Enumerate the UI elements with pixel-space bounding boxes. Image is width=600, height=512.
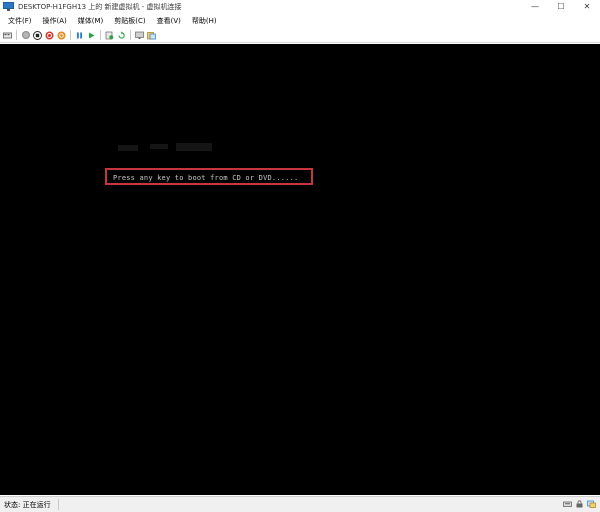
start-icon [21,31,30,39]
shut-down-button[interactable] [45,31,54,40]
save-button[interactable] [57,31,66,40]
pause-button[interactable] [75,31,84,40]
checkpoint-icon [105,31,114,39]
toolbar-separator [130,30,131,40]
screen-artifact [118,145,138,151]
menu-clipboard[interactable]: 剪贴板(C) [114,16,145,26]
toolbar-separator [16,30,17,40]
maximize-button[interactable]: ☐ [548,0,574,13]
resume-button[interactable] [87,31,96,40]
screen-artifact [176,143,212,151]
close-icon: ✕ [583,2,591,11]
save-icon [57,31,66,39]
toolbar-separator [100,30,101,40]
revert-button[interactable] [117,30,126,40]
vm-status-text: 状态: 正在运行 [4,500,51,509]
session-icon [587,500,596,508]
menu-file[interactable]: 文件(F) [8,16,32,26]
share-button[interactable] [147,31,156,40]
ctrl-alt-del-button[interactable] [3,31,12,40]
turn-off-button[interactable] [33,30,42,40]
window-title: DESKTOP-H1FGH13 上的 新建虚拟机 - 虚拟机连接 [18,2,182,11]
screen-artifact [150,144,168,149]
window-controls: — ☐ ✕ [522,0,600,13]
minimize-icon: — [531,2,539,11]
menu-action[interactable]: 操作(A) [43,16,67,26]
ctrl-alt-del-icon [3,32,12,38]
minimize-button[interactable]: — [522,0,548,13]
menu-bar: 文件(F) 操作(A) 媒体(M) 剪贴板(C) 查看(V) 帮助(H) [0,14,600,27]
status-bar: 状态: 正在运行 [0,496,600,512]
turn-off-icon [33,30,42,40]
status-divider [58,499,59,510]
toolbar [0,28,600,43]
vm-console-screen[interactable]: Press any key to boot from CD or DVD....… [0,44,600,495]
vm-connection-icon [3,2,14,11]
pause-icon [77,32,82,38]
enhanced-session-button[interactable] [135,31,144,40]
maximize-icon: ☐ [557,2,565,11]
keyboard-icon [563,501,572,507]
status-icons [560,500,596,508]
revert-icon [118,30,125,39]
lock-icon [576,500,583,508]
title-bar: DESKTOP-H1FGH13 上的 新建虚拟机 - 虚拟机连接 — ☐ ✕ [0,0,600,13]
shut-down-icon [45,31,54,39]
start-button[interactable] [21,31,30,40]
enhanced-session-icon [135,31,144,39]
checkpoint-button[interactable] [105,31,114,40]
share-icon [147,31,156,39]
menu-help[interactable]: 帮助(H) [192,16,217,26]
menu-view[interactable]: 查看(V) [157,16,181,26]
boot-message: Press any key to boot from CD or DVD....… [113,174,299,182]
close-button[interactable]: ✕ [574,0,600,13]
toolbar-separator [70,30,71,40]
resume-icon [89,32,95,38]
menu-media[interactable]: 媒体(M) [78,16,104,26]
